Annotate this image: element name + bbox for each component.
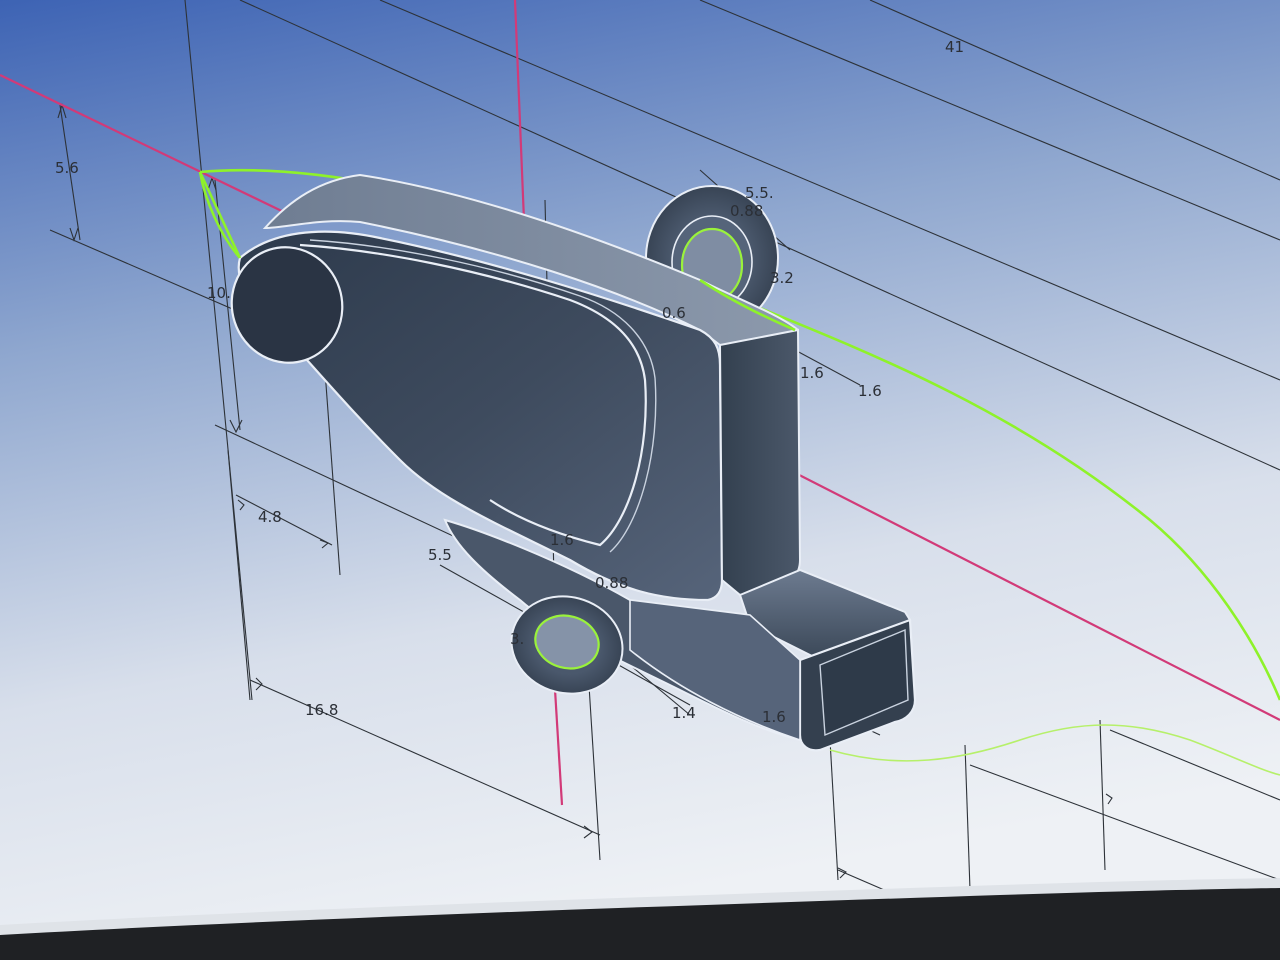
cad-3d-viewport[interactable]: 41 5.6 10. 4.8 16.8 5.5. 0.88 3.2 0.6 1.…	[0, 0, 1280, 960]
dim-3-2-top: 3.2	[770, 269, 794, 287]
dim-0-88-top: 0.88	[730, 202, 763, 220]
dim-1-6-b: 1.6	[858, 382, 882, 400]
dim-3-bottom: 3.	[510, 630, 524, 648]
dim-1-4: 1.4	[672, 704, 696, 722]
dim-0-6: 0.6	[662, 304, 686, 322]
dim-1-6-bottom: 1.6	[550, 531, 574, 549]
dim-10: 10.	[207, 284, 231, 302]
dim-1-6-a: 1.6	[800, 364, 824, 382]
dim-0-88-bottom: 0.88	[595, 574, 628, 592]
dim-41: 41	[945, 38, 964, 56]
dim-5-5-top: 5.5.	[745, 184, 774, 202]
dim-5-6: 5.6	[55, 159, 79, 177]
dim-4-8: 4.8	[258, 508, 282, 526]
dim-5-5-bottom: 5.5	[428, 546, 452, 564]
dim-1-6-c: 1.6	[762, 708, 786, 726]
dim-16-8: 16.8	[305, 701, 338, 719]
cad-canvas[interactable]: 41 5.6 10. 4.8 16.8 5.5. 0.88 3.2 0.6 1.…	[0, 0, 1280, 960]
